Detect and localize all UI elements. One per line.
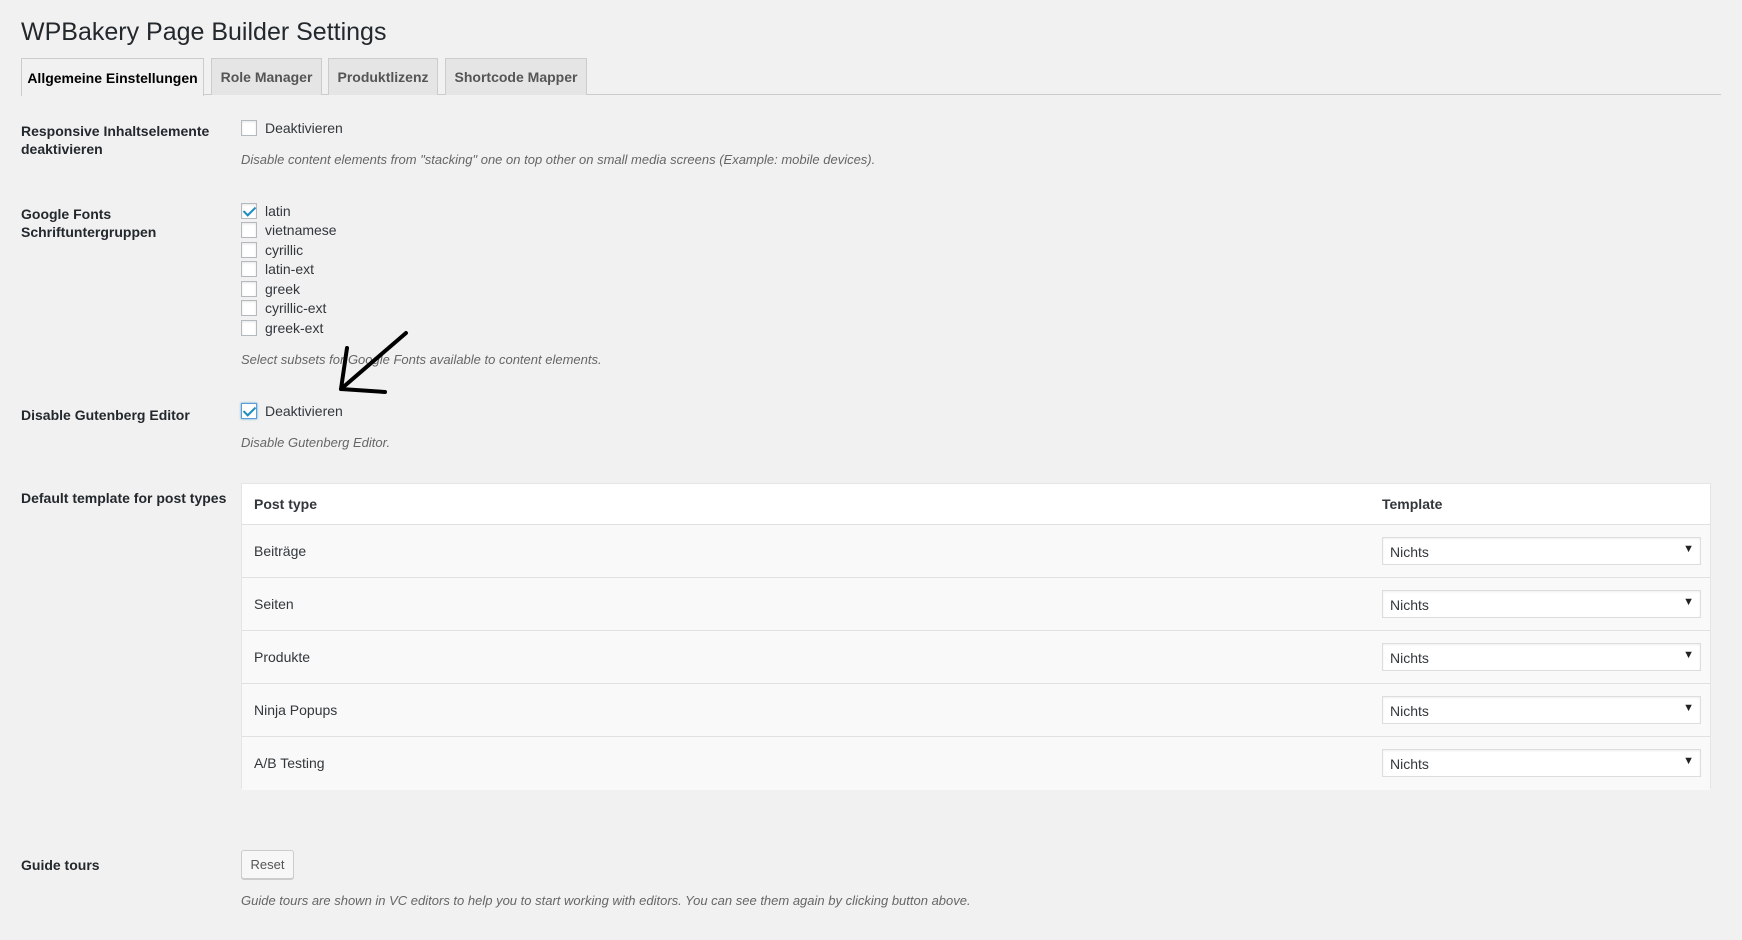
- subset-latin: latin: [241, 201, 337, 221]
- responsive-field: Deaktivieren: [241, 118, 343, 138]
- post-type-name: Beiträge: [254, 543, 307, 559]
- subset-greek: greek: [241, 279, 337, 299]
- responsive-label: Responsive Inhaltselemente deaktivieren: [21, 123, 210, 157]
- post-type-name: Seiten: [254, 596, 294, 612]
- subset-label: latin: [265, 202, 291, 219]
- subset-greek-checkbox[interactable]: [241, 280, 257, 297]
- chevron-down-icon: ▼: [1683, 649, 1694, 661]
- subset-label: vietnamese: [265, 222, 337, 239]
- template-select-value: Nichts: [1390, 544, 1429, 560]
- annotation-arrow-icon: [339, 331, 408, 394]
- table-row: Produkte Nichts ▼: [242, 631, 1710, 684]
- gutenberg-field: Deaktivieren: [241, 401, 343, 421]
- subset-greek-ext-checkbox[interactable]: [241, 319, 257, 336]
- google-fonts-subsets: latin vietnamese cyrillic latin-ext gree…: [241, 201, 337, 338]
- subset-latin-checkbox[interactable]: [241, 202, 257, 219]
- responsive-description: Disable content elements from "stacking"…: [241, 152, 876, 167]
- subset-latin-ext-checkbox[interactable]: [241, 261, 257, 278]
- subset-cyrillic-ext-checkbox[interactable]: [241, 300, 257, 317]
- subset-cyrillic-checkbox[interactable]: [241, 241, 257, 258]
- table-row: Ninja Popups Nichts ▼: [242, 684, 1710, 737]
- column-template: Template: [1382, 496, 1443, 512]
- tab-role-manager[interactable]: Role Manager: [211, 58, 322, 95]
- chevron-down-icon: ▼: [1683, 702, 1694, 714]
- chevron-down-icon: ▼: [1683, 755, 1694, 767]
- table-header: Post type Template: [242, 484, 1710, 525]
- chevron-down-icon: ▼: [1683, 543, 1694, 555]
- template-select[interactable]: Nichts ▼: [1382, 537, 1701, 565]
- gutenberg-description: Disable Gutenberg Editor.: [241, 435, 391, 450]
- template-select[interactable]: Nichts ▼: [1382, 749, 1701, 777]
- template-select[interactable]: Nichts ▼: [1382, 696, 1701, 724]
- google-fonts-description: Select subsets for Google Fonts availabl…: [241, 352, 602, 367]
- gutenberg-checkbox-label: Deaktivieren: [265, 402, 343, 419]
- post-type-name: A/B Testing: [254, 755, 325, 771]
- table-row: Beiträge Nichts ▼: [242, 525, 1710, 578]
- subset-label: greek-ext: [265, 319, 324, 336]
- subset-label: cyrillic-ext: [265, 300, 327, 317]
- chevron-down-icon: ▼: [1683, 596, 1694, 608]
- gutenberg-label: Disable Gutenberg Editor: [21, 407, 190, 423]
- default-template-label: Default template for post types: [21, 490, 227, 506]
- subset-vietnamese: vietnamese: [241, 221, 337, 241]
- page-title: WPBakery Page Builder Settings: [21, 18, 387, 46]
- post-type-template-table: Post type Template Beiträge Nichts ▼ Seit…: [241, 483, 1711, 790]
- subset-cyrillic: cyrillic: [241, 240, 337, 260]
- subset-vietnamese-checkbox[interactable]: [241, 222, 257, 239]
- gutenberg-checkbox[interactable]: [241, 402, 257, 419]
- subset-latin-ext: latin-ext: [241, 260, 337, 280]
- tab-shortcode-mapper[interactable]: Shortcode Mapper: [445, 58, 587, 95]
- subset-cyrillic-ext: cyrillic-ext: [241, 299, 337, 319]
- table-row: A/B Testing Nichts ▼: [242, 737, 1710, 790]
- guide-tours-label: Guide tours: [21, 857, 100, 873]
- tab-produktlizenz[interactable]: Produktlizenz: [328, 58, 438, 95]
- tab-allgemeine-einstellungen[interactable]: Allgemeine Einstellungen: [21, 58, 204, 96]
- template-select-value: Nichts: [1390, 650, 1429, 666]
- tab-bar: Allgemeine Einstellungen Role Manager Pr…: [21, 58, 1721, 96]
- post-type-name: Ninja Popups: [254, 702, 338, 718]
- table-row: Seiten Nichts ▼: [242, 578, 1710, 631]
- template-select-value: Nichts: [1390, 703, 1429, 719]
- subset-label: cyrillic: [265, 241, 304, 258]
- template-select-value: Nichts: [1390, 597, 1429, 613]
- template-select[interactable]: Nichts ▼: [1382, 590, 1701, 618]
- template-select[interactable]: Nichts ▼: [1382, 643, 1701, 671]
- subset-label: greek: [265, 280, 301, 297]
- reset-guide-tours-button[interactable]: Reset: [241, 850, 294, 879]
- responsive-checkbox[interactable]: [241, 119, 257, 136]
- post-type-name: Produkte: [254, 649, 311, 665]
- subset-label: latin-ext: [265, 261, 315, 278]
- column-post-type: Post type: [254, 496, 318, 512]
- responsive-checkbox-label: Deaktivieren: [265, 119, 343, 136]
- template-select-value: Nichts: [1390, 756, 1429, 772]
- google-fonts-label: Google Fonts Schriftuntergruppen: [21, 206, 157, 240]
- guide-tours-description: Guide tours are shown in VC editors to h…: [241, 893, 971, 908]
